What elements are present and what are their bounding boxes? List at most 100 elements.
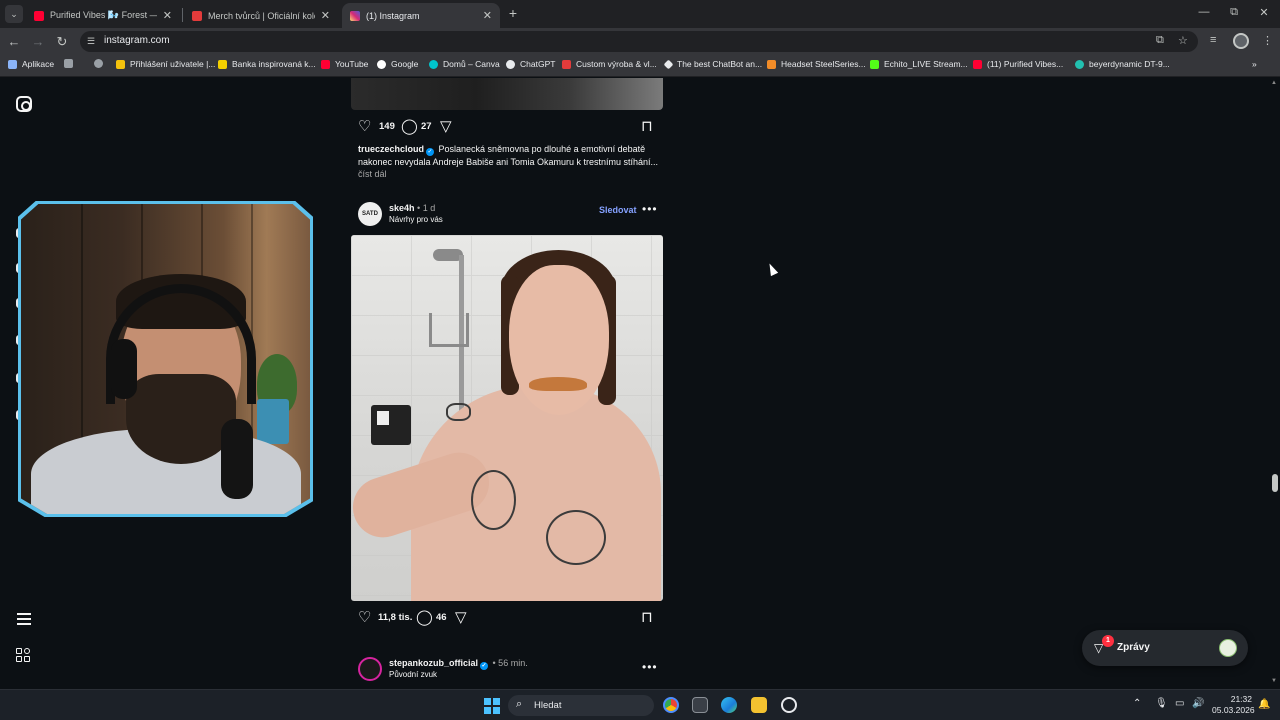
url-text[interactable]: instagram.com xyxy=(104,35,170,46)
post-image-previous[interactable] xyxy=(351,78,663,110)
file-explorer-taskbar-icon[interactable] xyxy=(751,697,767,713)
more-options-icon[interactable]: ••• xyxy=(642,660,658,674)
avatar[interactable]: SATD xyxy=(358,202,382,226)
like-count[interactable]: 149 xyxy=(379,121,395,132)
avatar[interactable] xyxy=(358,657,382,681)
steelseries-icon xyxy=(767,59,776,69)
tab-close-icon[interactable]: ✕ xyxy=(321,9,330,22)
post-username[interactable]: stepankozub_official ✓ • 56 min. xyxy=(389,658,528,670)
beyerdynamic-icon xyxy=(1075,59,1084,69)
post-subtitle[interactable]: Původní zvuk xyxy=(389,670,437,679)
bookmark-canva[interactable]: Domů – Canva xyxy=(429,59,500,69)
bookmark-beyerdynamic[interactable]: beyerdynamic DT-9... xyxy=(1075,59,1170,69)
tab-instagram[interactable]: (1) Instagram ✕ xyxy=(342,3,500,28)
post-actions: ♡ 11,8 tis. ◯ 46 ▽ ⊓ xyxy=(358,609,655,627)
bank-favicon-icon xyxy=(218,59,227,69)
post-time: • 56 min. xyxy=(492,658,528,668)
bookmark-google[interactable]: Google xyxy=(377,59,418,69)
tab-purified-vibes[interactable]: Purified Vibes 🌬️ Forest — Chi ✕ xyxy=(26,3,180,28)
save-bookmark-icon[interactable]: ⊓ xyxy=(641,118,653,136)
scroll-up-arrow-icon[interactable]: ▲ xyxy=(1271,80,1277,86)
bookmark-label: (11) Purified Vibes... xyxy=(987,59,1064,69)
read-more-link[interactable]: číst dál xyxy=(358,169,387,179)
username-text[interactable]: stepankozub_official xyxy=(389,658,478,668)
share-icon[interactable]: ▽ xyxy=(440,118,452,136)
minimize-button[interactable]: — xyxy=(1196,6,1212,18)
media-controls-icon[interactable]: ≡ xyxy=(1210,34,1216,46)
bookmark-label: Google xyxy=(391,59,419,69)
forward-button[interactable]: → xyxy=(30,34,46,50)
instagram-logo-icon[interactable] xyxy=(16,96,32,112)
app-taskbar-icon[interactable] xyxy=(781,697,797,713)
like-icon[interactable]: ♡ xyxy=(358,118,371,136)
bookmarks-bar: Aplikace Přihlášení uživatele |... Banka… xyxy=(0,55,1280,77)
network-tray-icon[interactable]: ▭ xyxy=(1175,698,1184,709)
tab-search-button[interactable]: ⌄ xyxy=(5,5,23,23)
post-subtitle: Návrhy pro vás xyxy=(389,215,443,224)
bookmark-banka[interactable]: Banka inspirovaná k... xyxy=(218,59,316,69)
post-username[interactable]: ske4h • 1 d xyxy=(389,203,435,213)
also-from-meta-icon[interactable] xyxy=(16,648,32,664)
taskbar-search[interactable]: ⌕ Hledat xyxy=(508,695,654,716)
bookmark-steelseries[interactable]: Headset SteelSeries... xyxy=(767,59,866,69)
chrome-taskbar-icon[interactable] xyxy=(663,697,679,713)
back-button[interactable]: ← xyxy=(6,34,22,50)
scrollbar-thumb[interactable] xyxy=(1272,474,1278,492)
comment-count[interactable]: 46 xyxy=(436,612,447,623)
like-icon[interactable]: ♡ xyxy=(358,609,371,627)
more-options-icon[interactable]: ••• xyxy=(642,202,658,216)
chrome-menu-icon[interactable]: ⋮ xyxy=(1262,34,1273,47)
youtube-favicon-icon xyxy=(34,10,44,21)
bookmark-globe[interactable] xyxy=(94,59,108,68)
bookmark-star-icon[interactable]: ☆ xyxy=(1178,34,1188,47)
share-icon[interactable]: ▽ xyxy=(455,609,467,627)
tab-close-icon[interactable]: ✕ xyxy=(483,9,492,22)
like-count[interactable]: 11,8 tis. xyxy=(378,612,412,623)
maximize-button[interactable]: ⧉ xyxy=(1226,6,1242,19)
merch-favicon-icon xyxy=(192,10,202,21)
bookmarks-overflow-button[interactable]: » xyxy=(1252,59,1257,69)
bookmark-chatbot[interactable]: The best ChatBot an... xyxy=(663,59,762,69)
install-app-icon[interactable]: ⧉ xyxy=(1156,34,1164,47)
page-scrollbar[interactable]: ▲ ▼ xyxy=(1270,78,1280,689)
unread-badge: 1 xyxy=(1102,635,1114,647)
tab-merch[interactable]: Merch tvůrců | Oficiální kolekce ✕ xyxy=(184,3,338,28)
bookmark-youtube[interactable]: YouTube xyxy=(321,59,368,69)
site-info-icon[interactable]: ☰ xyxy=(87,35,99,47)
address-bar[interactable]: ☰ instagram.com ⧉ ☆ xyxy=(80,31,1198,52)
youtube-icon xyxy=(973,59,982,69)
follow-button[interactable]: Sledovat xyxy=(599,205,637,215)
taskbar-clock[interactable]: 21:32 05.03.2026 xyxy=(1212,694,1255,716)
messages-button[interactable]: ▽ 1 Zprávy xyxy=(1082,630,1248,666)
reload-button[interactable]: ↻ xyxy=(54,34,70,50)
store-taskbar-icon[interactable] xyxy=(692,697,708,713)
bookmark-custom-vyroba[interactable]: Custom výroba & vl... xyxy=(562,59,657,69)
caption-username[interactable]: trueczechcloud xyxy=(358,144,424,154)
comment-count[interactable]: 27 xyxy=(421,121,432,132)
save-bookmark-icon[interactable]: ⊓ xyxy=(641,609,653,627)
username-text[interactable]: ske4h xyxy=(389,203,415,213)
volume-tray-icon[interactable]: 🔊 xyxy=(1192,698,1204,709)
bookmark-label: Přihlášení uživatele |... xyxy=(130,59,216,69)
comment-icon[interactable]: ◯ xyxy=(401,118,418,136)
bookmark-kick[interactable]: Echito_LIVE Stream... xyxy=(870,59,968,69)
bookmark-chatgpt[interactable]: ChatGPT xyxy=(506,59,555,69)
bookmark-purified-vibes[interactable]: (11) Purified Vibes... xyxy=(973,59,1063,69)
windows-start-icon[interactable] xyxy=(484,698,500,714)
bookmark-apps[interactable]: Aplikace xyxy=(8,59,54,69)
messages-label: Zprávy xyxy=(1117,642,1150,653)
new-tab-button[interactable]: + xyxy=(505,5,521,21)
comment-icon[interactable]: ◯ xyxy=(416,609,433,627)
post-image[interactable] xyxy=(351,235,663,601)
bookmark-prihlaseni[interactable]: Přihlášení uživatele |... xyxy=(116,59,215,69)
notifications-icon[interactable]: 🔔 xyxy=(1258,699,1270,710)
close-window-button[interactable]: ✕ xyxy=(1256,6,1272,19)
tab-close-icon[interactable]: ✕ xyxy=(163,9,172,22)
more-menu-icon[interactable] xyxy=(17,613,31,625)
microphone-tray-icon[interactable]: 🎙 xyxy=(1155,698,1168,709)
edge-taskbar-icon[interactable] xyxy=(721,697,737,713)
tray-overflow-icon[interactable]: ⌃ xyxy=(1133,698,1141,709)
profile-avatar[interactable] xyxy=(1233,33,1249,49)
bookmark-tab-groups[interactable] xyxy=(64,59,78,68)
scroll-down-arrow-icon[interactable]: ▼ xyxy=(1271,678,1277,684)
